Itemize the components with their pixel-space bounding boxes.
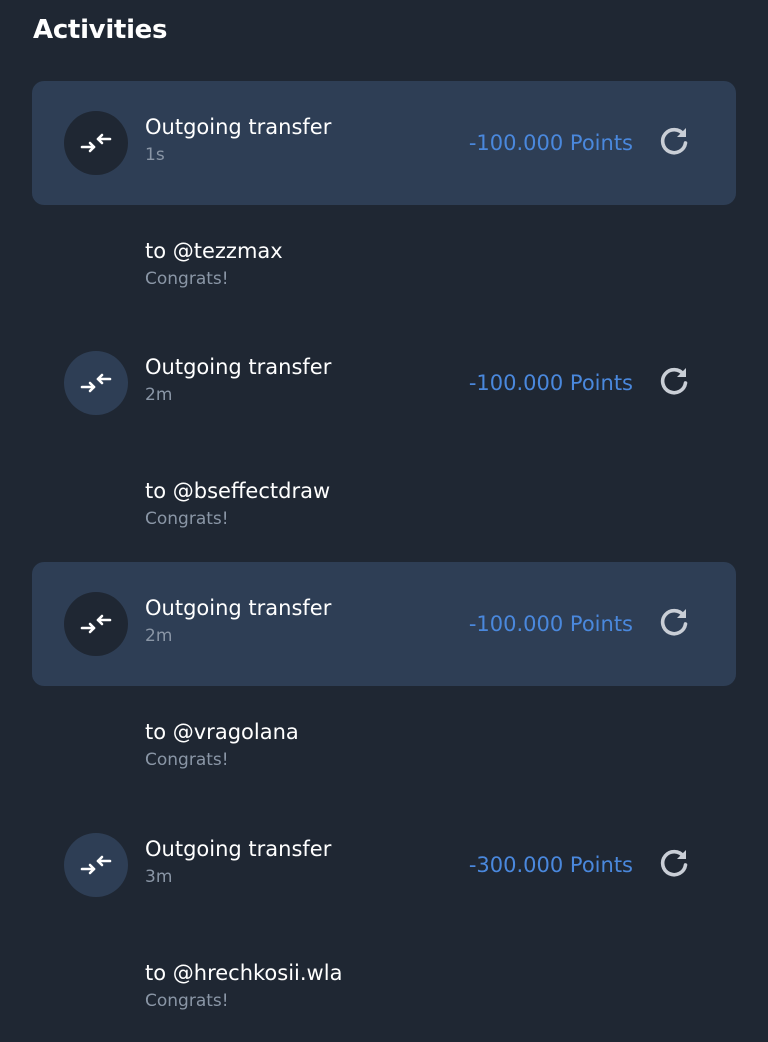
- activity-recipient: to @bseffectdraw: [145, 479, 331, 503]
- activity-recipient: to @vragolana: [145, 720, 299, 744]
- activity-title: Outgoing transfer: [145, 355, 332, 379]
- activity-title: Outgoing transfer: [145, 115, 332, 139]
- activity-item: Outgoing transfer 2m -100.000 Points to …: [32, 321, 736, 561]
- activity-memo: to @tezzmax Congrats!: [32, 205, 736, 321]
- activity-memo: to @bseffectdraw Congrats!: [32, 445, 736, 561]
- activity-title: Outgoing transfer: [145, 837, 332, 861]
- activity-item: Outgoing transfer 1s -100.000 Points to …: [32, 81, 736, 321]
- refresh-icon[interactable]: [656, 123, 692, 159]
- activity-title: Outgoing transfer: [145, 596, 332, 620]
- activity-recipient: to @tezzmax: [145, 239, 283, 263]
- transfer-arrows-icon: [64, 592, 128, 656]
- activity-message: Congrats!: [145, 269, 229, 289]
- activity-amount: -100.000 Points: [468, 612, 633, 636]
- activity-memo: to @hrechkosii.wla Congrats!: [32, 927, 736, 1042]
- activity-amount: -300.000 Points: [468, 853, 633, 877]
- activity-item: Outgoing transfer 2m -100.000 Points to …: [32, 562, 736, 802]
- refresh-icon[interactable]: [656, 845, 692, 881]
- activity-item: Outgoing transfer 3m -300.000 Points to …: [32, 803, 736, 1042]
- activity-amount: -100.000 Points: [468, 131, 633, 155]
- activity-time: 2m: [145, 385, 173, 405]
- page-title: Activities: [33, 15, 168, 45]
- activity-row[interactable]: Outgoing transfer 2m -100.000 Points: [32, 321, 736, 445]
- transfer-arrows-icon: [64, 833, 128, 897]
- activity-time: 1s: [145, 145, 165, 165]
- refresh-icon[interactable]: [656, 363, 692, 399]
- transfer-arrows-icon: [64, 111, 128, 175]
- activity-amount: -100.000 Points: [468, 371, 633, 395]
- refresh-icon[interactable]: [656, 604, 692, 640]
- activity-message: Congrats!: [145, 991, 229, 1011]
- activity-memo: to @vragolana Congrats!: [32, 686, 736, 802]
- activity-row[interactable]: Outgoing transfer 1s -100.000 Points: [32, 81, 736, 205]
- activity-row[interactable]: Outgoing transfer 3m -300.000 Points: [32, 803, 736, 927]
- activity-row[interactable]: Outgoing transfer 2m -100.000 Points: [32, 562, 736, 686]
- activity-recipient: to @hrechkosii.wla: [145, 961, 343, 985]
- transfer-arrows-icon: [64, 351, 128, 415]
- activity-message: Congrats!: [145, 509, 229, 529]
- activity-time: 2m: [145, 626, 173, 646]
- activity-message: Congrats!: [145, 750, 229, 770]
- activity-time: 3m: [145, 867, 173, 887]
